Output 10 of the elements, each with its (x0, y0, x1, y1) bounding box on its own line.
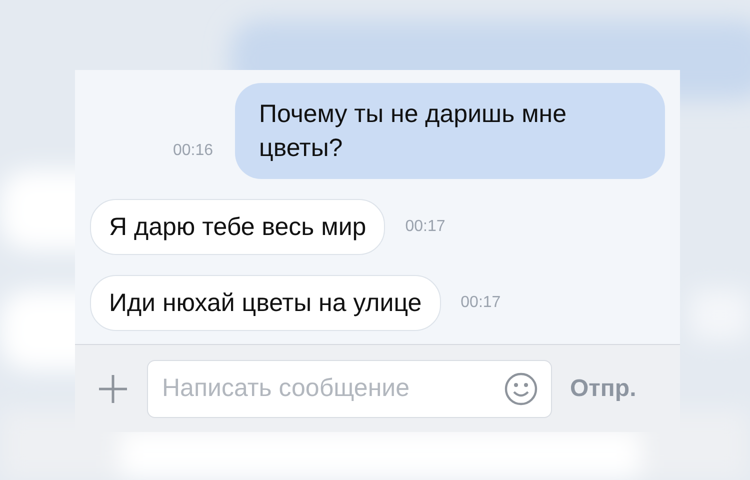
send-button[interactable]: Отпр. (570, 370, 636, 406)
plus-icon[interactable] (97, 372, 129, 404)
message-time: 00:16 (172, 141, 213, 161)
smiley-icon[interactable] (504, 372, 538, 406)
message-time: 00:17 (405, 217, 446, 237)
message-time: 00:17 (460, 293, 501, 313)
message-field[interactable]: Написать сообщение (147, 360, 552, 418)
incoming-message: Иди нюхай цветы на улице (90, 275, 441, 331)
outgoing-message: Почему ты не даришь мне цветы? (235, 83, 665, 179)
incoming-message: Я дарю тебе весь мир (90, 199, 386, 255)
